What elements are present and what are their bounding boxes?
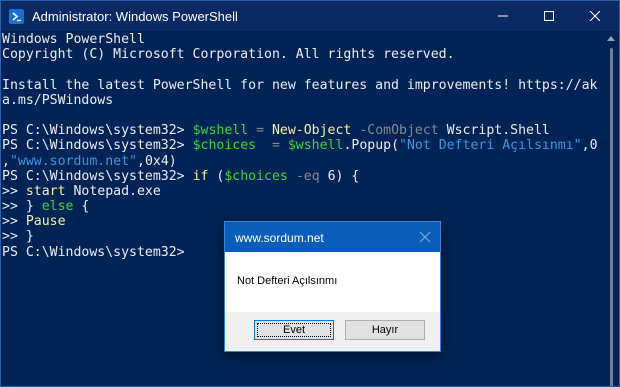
console-line: >> } else { (2, 199, 602, 214)
console-text: $choices (192, 138, 257, 154)
console-line: PS C:\Windows\system32> $wshell = New-Ob… (2, 123, 602, 138)
console-text: -ComObject (351, 123, 439, 139)
console-text: ,0x4) (137, 153, 177, 169)
minimize-button[interactable] (480, 1, 526, 31)
console-text: Windows PowerShell (2, 32, 145, 47)
maximize-button[interactable] (526, 1, 572, 31)
console-text: New-Object (271, 123, 352, 139)
console-text: "www.sordum.net" (9, 153, 137, 169)
dialog-title: www.sordum.net (235, 231, 324, 245)
console-text: -eq (287, 168, 320, 184)
vertical-scrollbar[interactable] (603, 32, 619, 386)
close-icon (419, 231, 431, 243)
console-text: Install the latest PowerShell for new fe… (2, 77, 598, 93)
console-text: PS C:\Windows\system32> (2, 138, 193, 154)
console-text: >> } (2, 199, 42, 215)
console-text: ,0 (581, 138, 598, 154)
console-line: Windows PowerShell (2, 32, 602, 47)
console-text: Wscript.Shell (438, 123, 550, 139)
console-line: PS C:\Windows\system32> if ($choices -eq… (2, 169, 602, 184)
console-text: 6) { (319, 168, 360, 184)
close-button[interactable] (572, 1, 618, 31)
console-text: PS C:\Windows\system32> (2, 168, 193, 184)
console-text: Notepad.exe (65, 183, 161, 199)
console-text: , (2, 153, 10, 169)
console-text: $wshell (192, 123, 249, 139)
console-line: a.ms/PSWindows (2, 93, 602, 108)
no-button-label: Hayır (371, 324, 399, 336)
console-line: ,"www.sordum.net",0x4) (2, 154, 602, 169)
no-button[interactable]: Hayır (345, 320, 425, 340)
scroll-up-arrow-icon[interactable] (607, 36, 615, 41)
console-text: "Not Defteri Açılsınmı" (399, 138, 582, 154)
console-text: Copyright (C) Microsoft Corporation. All… (2, 47, 455, 63)
popup-dialog: www.sordum.net Not Defteri Açılsınmı Eve… (224, 221, 441, 352)
console-line: Install the latest PowerShell for new fe… (2, 78, 602, 93)
scrollbar-thumb[interactable] (610, 48, 613, 386)
dialog-body: Not Defteri Açılsınmı (225, 252, 440, 312)
console-text: PS C:\Windows\system32> (2, 123, 193, 139)
yes-button-label: Evet (282, 324, 305, 336)
dialog-close-button[interactable] (418, 230, 432, 244)
minimize-icon (498, 15, 508, 17)
powershell-icon (9, 9, 24, 24)
console-text: >> (2, 214, 26, 230)
dialog-message: Not Defteri Açılsınmı (237, 275, 338, 287)
console-line: PS C:\Windows\system32> $choices = $wshe… (2, 138, 602, 153)
console-text: $wshell (287, 138, 344, 154)
console-text: = (256, 138, 288, 154)
console-text: .Popup( (343, 138, 400, 154)
console-text: start (25, 183, 66, 199)
console-text: { (73, 199, 90, 215)
console-text: a.ms/PSWindows (2, 92, 114, 108)
console-text: else (41, 199, 74, 215)
window-title: Administrator: Windows PowerShell (32, 9, 238, 24)
console-text: >> (2, 183, 26, 199)
dialog-footer: Evet Hayır (225, 312, 440, 351)
yes-button[interactable]: Evet (254, 320, 334, 340)
console-text: >> } (2, 229, 34, 245)
close-icon (590, 11, 600, 21)
dialog-title-bar[interactable]: www.sordum.net (225, 222, 440, 252)
console-line: >> start Notepad.exe (2, 184, 602, 199)
console-line: Copyright (C) Microsoft Corporation. All… (2, 47, 602, 62)
console-text: Pause (25, 214, 66, 230)
console-text: $choices (224, 168, 288, 184)
console-text: ( (208, 168, 225, 184)
maximize-icon (544, 11, 554, 21)
title-bar[interactable]: Administrator: Windows PowerShell (1, 1, 619, 31)
console-text: PS C:\Windows\system32> (2, 244, 185, 260)
console-text: = (248, 123, 272, 139)
console-text: if (192, 168, 209, 184)
